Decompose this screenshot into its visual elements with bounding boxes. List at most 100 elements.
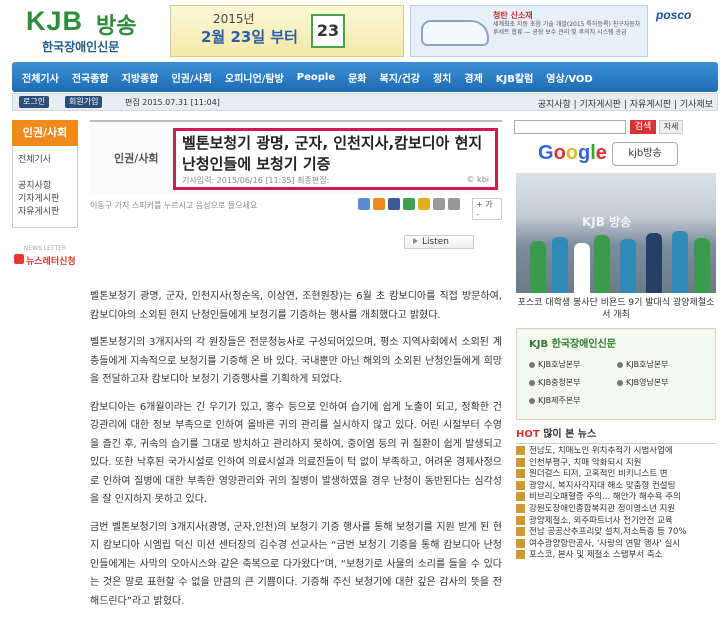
menu-item-all[interactable]: 전체기사 — [18, 154, 73, 167]
logo-subtitle: 한국장애인신문 — [42, 40, 120, 54]
nav-item[interactable]: 경제 — [464, 70, 482, 85]
ad-date: 2월 23일 부터 — [201, 28, 298, 46]
menu-item-free-board[interactable]: 자유게시판 — [18, 206, 73, 219]
nav-item[interactable]: 복지/건강 — [380, 70, 420, 85]
nav-item[interactable]: 정치 — [433, 70, 451, 85]
email-icon[interactable] — [448, 198, 460, 210]
banner-ad-right[interactable]: 청탄 신소재 세계최초 자동 초음 기술 개발(2015 특허등록) 친구자동차… — [410, 5, 648, 57]
newsletter-banner[interactable]: NEWS LETTER 뉴스레터신청 — [12, 245, 78, 273]
hq-link[interactable]: KJB제주본부 — [529, 395, 581, 406]
popular-item-label: 전남도, 치매노인 위치추적기 시범사업에 — [529, 446, 673, 456]
title-highlight: 벨톤보청기 광명, 군자, 인천지사,캄보디아 현지 난청인들에 보청기 기증 … — [173, 128, 498, 190]
login-button[interactable]: 로그인 — [19, 96, 50, 108]
paragraph: 벨톤보청기의 3개지사의 각 원장들은 전문청능사로 구성되어있으며, 평소 지… — [90, 337, 502, 385]
article-header: 인권/사회 벨톤보청기 광명, 군자, 인천지사,캄보디아 현지 난청인들에 보… — [90, 120, 502, 195]
paragraph: 금번 벨톤보청기의 3개지사(광명, 군자,인천)의 보청기 기증 행사를 통해… — [90, 521, 502, 607]
popular-item[interactable]: 광양시, 복지사각지대 해소 맞춤형 컨설팅 — [516, 480, 716, 493]
bullet-icon — [516, 515, 525, 525]
popular-item[interactable]: 포스코, 본사 및 제철소 스탭부서 축소 — [516, 550, 716, 562]
popular-item-label: 강원도장애인종합복지관 정이영소년 지원 — [529, 503, 676, 514]
nav-item[interactable]: 오피니언/탐방 — [225, 70, 284, 85]
nav-item[interactable]: 영상/VOD — [546, 70, 592, 85]
paragraph: 벨톤보청기 광명, 군자, 인천지사(정순옥, 이상연, 조현원장)는 6월 초… — [90, 291, 502, 321]
main-nav: 전체기사 전국종합 지방종합 인권/사회 오피니언/탐방 People 문화 복… — [12, 62, 718, 92]
ad-year: 2015년 — [213, 12, 255, 26]
nav-item[interactable]: 문화 — [348, 70, 366, 85]
hq-logo: KJB 한국장애인신문 — [529, 339, 616, 350]
nav-item[interactable]: People — [297, 72, 335, 83]
font-size-control[interactable]: + 가 - — [472, 198, 502, 220]
popular-item[interactable]: 전남도, 치매노인 위치추적기 시범사업에 — [516, 446, 716, 458]
popular-item[interactable]: 전남 공공산추프리맞 설치,저소득층 등 70% — [516, 527, 716, 539]
google-logo[interactable]: Google — [538, 142, 607, 165]
nav-item[interactable]: KJB칼럼 — [496, 70, 534, 85]
banner-ad-left[interactable]: 2015년 2월 23일 부터 23 — [170, 5, 404, 57]
search-button[interactable]: 검색 — [630, 120, 656, 134]
bullet-icon — [516, 503, 525, 513]
hq-link[interactable]: KJB호남본부 — [617, 359, 669, 370]
join-button[interactable]: 회원가입 — [65, 96, 103, 108]
article-meta: 기사입력: 2015/06/16 [11:35] 최종편집: — [182, 176, 330, 185]
hq-link[interactable]: KJB영남본부 — [617, 377, 669, 388]
search-input[interactable] — [514, 120, 626, 134]
popular-item[interactable]: 원더걸스 티저, 고혹적인 비키니스트 변 — [516, 469, 716, 481]
listen-button[interactable]: Listen — [404, 235, 474, 249]
popular-item[interactable]: 여수광양항만공사, '사랑의 연말 행사' 실시 — [516, 538, 716, 551]
nav-item[interactable]: 전체기사 — [22, 70, 59, 85]
article-category[interactable]: 인권/사회 — [114, 150, 159, 166]
popular-item-label: 포스코, 본사 및 제철소 스탭부서 축소 — [529, 550, 663, 561]
bullet-icon — [516, 492, 525, 502]
logo-broadcast: 방송 — [96, 14, 137, 39]
sub-bar: 로그인 회원가입 편집 2015.07.31 [11:04] 공지사항 | 기자… — [12, 93, 718, 111]
popular-item-label: 광양제철소, 외주파트너사 전기안전 교육 — [529, 515, 673, 526]
bullet-icon — [516, 457, 525, 467]
newsletter-label: 뉴스레터신청 — [26, 257, 76, 267]
ad2-title: 청탄 신소재 — [493, 11, 533, 20]
car-icon — [421, 20, 489, 46]
photo-caption[interactable]: 포스코 대학생 봉사단 비욘드 9기 발대식 광양제철소서 개최 — [516, 297, 716, 321]
tts-note: 이동구 가지 스피커를 누르시고 음성으로 들으세요 — [90, 201, 258, 210]
hot-prefix: HOT — [516, 429, 540, 440]
detail-search-button[interactable]: 자세 — [659, 120, 683, 134]
bullet-icon — [516, 538, 525, 548]
kakao-icon[interactable] — [418, 198, 430, 210]
twitter-icon[interactable] — [358, 198, 370, 210]
hq-link[interactable]: KJB충청본부 — [529, 377, 581, 388]
news-photo[interactable]: KJB 방송 — [516, 173, 716, 293]
posco-logo[interactable]: posco — [656, 8, 691, 22]
article-copyright: © kbi — [466, 175, 489, 184]
popular-item-label: 비브리오패혈증 주의... 해안가 해수욕 주의 — [529, 492, 681, 503]
left-sidebar: 인권/사회 전체기사 공지사항 기자게시판 자유게시판 — [12, 120, 78, 228]
popular-title: 많이 본 뉴스 — [543, 429, 597, 440]
popular-item-label: 전남 공공산추프리맞 설치,저소득층 등 70% — [529, 527, 687, 538]
kjb-search-button[interactable]: kjb방송 — [612, 142, 678, 166]
naver-icon[interactable] — [403, 198, 415, 210]
nav-item[interactable]: 인권/사회 — [171, 70, 211, 85]
site-logo[interactable]: KJB 방송 한국장애인신문 — [12, 6, 162, 54]
bullet-icon — [516, 480, 525, 490]
popular-item[interactable]: 비브리오패혈증 주의... 해안가 해수욕 주의 — [516, 492, 716, 504]
share-buttons — [358, 198, 460, 210]
popular-header: HOT 많이 본 뉴스 — [516, 425, 716, 444]
bullet-icon — [516, 446, 525, 455]
print-icon[interactable] — [433, 198, 445, 210]
menu-item-reporter-board[interactable]: 기자게시판 — [18, 193, 73, 206]
article-title: 벨톤보청기 광명, 군자, 인천지사,캄보디아 현지 난청인들에 보청기 기증 — [182, 134, 483, 173]
blog-icon[interactable] — [373, 198, 385, 210]
utility-links[interactable]: 공지사항 | 기자게시판 | 자유게시판 | 기사제보 — [538, 97, 713, 110]
section-header[interactable]: 인권/사회 — [12, 120, 78, 146]
bullet-icon — [516, 469, 525, 479]
bullet-icon — [516, 527, 525, 537]
popular-item[interactable]: 광양제철소, 외주파트너사 전기안전 교육 — [516, 515, 716, 528]
popular-item[interactable]: 강원도장애인종합복지관 정이영소년 지원 — [516, 503, 716, 516]
nav-item[interactable]: 전국종합 — [72, 70, 109, 85]
nav-item[interactable]: 지방종합 — [122, 70, 159, 85]
hq-link[interactable]: KJB호남본부 — [529, 359, 581, 370]
facebook-icon[interactable] — [388, 198, 400, 210]
popular-item-label: 원더걸스 티저, 고혹적인 비키니스트 변 — [529, 469, 668, 480]
bullet-icon — [516, 550, 525, 560]
paragraph: 캄보디아는 6개월이라는 긴 우기가 있고, 홍수 등으로 인하여 습기에 쉽게… — [90, 401, 502, 506]
menu-item-notice[interactable]: 공지사항 — [18, 180, 73, 193]
popular-item[interactable]: 인천부평구, 치매 악화되시 지원 — [516, 457, 716, 470]
popular-news: HOT 많이 본 뉴스 전남도, 치매노인 위치추적기 시범사업에 인천부평구,… — [516, 425, 716, 562]
